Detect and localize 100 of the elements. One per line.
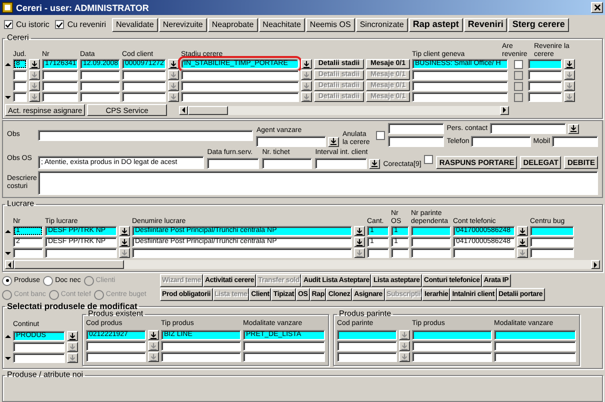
lookup-button[interactable] xyxy=(29,92,40,102)
lookup-button[interactable] xyxy=(568,124,579,134)
input-field[interactable] xyxy=(86,341,146,351)
input-field[interactable] xyxy=(122,81,166,91)
lookup-button[interactable] xyxy=(517,237,528,247)
close-button[interactable] xyxy=(591,2,603,13)
lookup-button[interactable] xyxy=(148,352,159,362)
radio-button[interactable] xyxy=(43,276,54,286)
lookup-button[interactable] xyxy=(29,81,40,91)
input-field[interactable] xyxy=(412,81,508,91)
lookup-button[interactable] xyxy=(168,81,179,91)
input-field[interactable] xyxy=(411,237,451,247)
lookup-button[interactable] xyxy=(168,59,179,69)
lookup-button[interactable] xyxy=(399,341,410,351)
lookup-button[interactable] xyxy=(517,226,528,236)
toolbar-button[interactable]: Neemis OS xyxy=(306,18,355,32)
input-field[interactable] xyxy=(243,341,325,351)
lookup-button[interactable] xyxy=(148,341,159,351)
lookup-button[interactable] xyxy=(399,330,410,340)
input-field[interactable] xyxy=(161,341,241,351)
input-field[interactable] xyxy=(13,342,65,352)
input-field[interactable] xyxy=(207,158,260,169)
input-field[interactable] xyxy=(161,352,241,362)
toolbar-button[interactable]: Nerevizuite xyxy=(158,18,207,32)
lookup-button[interactable] xyxy=(517,248,528,258)
input-field[interactable] xyxy=(367,248,389,258)
checkbox[interactable] xyxy=(514,92,522,102)
input-field[interactable] xyxy=(45,248,117,258)
input-field[interactable] xyxy=(411,248,451,258)
lookup-button[interactable] xyxy=(369,158,380,168)
lookup-button[interactable] xyxy=(301,92,312,102)
radio-button[interactable] xyxy=(2,276,12,286)
checkbox[interactable] xyxy=(4,20,13,29)
input-field[interactable] xyxy=(528,70,562,80)
input-field[interactable] xyxy=(256,136,326,147)
input-field[interactable] xyxy=(315,158,368,169)
lookup-button[interactable] xyxy=(354,248,365,258)
input-field[interactable] xyxy=(122,92,166,102)
input-field[interactable] xyxy=(13,248,43,258)
lookup-button[interactable] xyxy=(168,70,179,80)
input-field[interactable] xyxy=(412,70,508,80)
input-field[interactable] xyxy=(337,330,397,340)
lookup-button[interactable] xyxy=(564,92,575,102)
horizontal-scrollbar[interactable] xyxy=(5,260,600,269)
input-field[interactable] xyxy=(262,158,312,169)
toolbar-button[interactable]: Reveniri xyxy=(464,18,508,32)
input-field[interactable] xyxy=(122,70,166,80)
lookup-button[interactable] xyxy=(67,331,78,341)
lookup-button[interactable] xyxy=(29,70,40,80)
input-field[interactable] xyxy=(411,226,451,236)
input-field[interactable] xyxy=(243,352,325,362)
input-field[interactable] xyxy=(132,248,352,258)
toolbar-button[interactable]: Sincronizate xyxy=(356,18,408,32)
input-field[interactable] xyxy=(471,136,532,147)
toolbar-button[interactable]: Neachitate xyxy=(258,18,305,32)
toolbar-button[interactable]: Sterg cerere xyxy=(508,18,569,32)
toolbar-button[interactable]: Neaprobate xyxy=(208,18,258,32)
input-field[interactable] xyxy=(490,123,566,134)
input-field[interactable] xyxy=(80,81,120,91)
input-field[interactable] xyxy=(13,81,27,91)
horizontal-scrollbar[interactable] xyxy=(179,106,509,114)
input-field[interactable] xyxy=(38,130,254,140)
input-field[interactable] xyxy=(412,330,492,340)
checkbox[interactable] xyxy=(55,20,64,29)
lookup-button[interactable] xyxy=(301,81,312,91)
lookup-button[interactable] xyxy=(29,59,40,69)
text-area[interactable] xyxy=(38,171,598,195)
input-field[interactable] xyxy=(412,92,508,102)
input-field[interactable] xyxy=(42,70,78,80)
lookup-button[interactable] xyxy=(301,59,312,69)
toolbar-button[interactable]: Rap astept xyxy=(408,18,463,32)
input-field[interactable] xyxy=(530,248,574,258)
input-field[interactable] xyxy=(388,136,444,147)
lookup-button[interactable] xyxy=(564,70,575,80)
lookup-button[interactable] xyxy=(67,353,78,363)
lookup-button[interactable] xyxy=(564,81,575,91)
lookup-button[interactable] xyxy=(328,136,340,146)
input-field[interactable] xyxy=(494,330,576,340)
input-field[interactable] xyxy=(494,352,576,362)
lookup-button[interactable] xyxy=(119,237,130,247)
input-field[interactable] xyxy=(181,92,299,102)
lookup-button[interactable] xyxy=(148,330,159,340)
input-field[interactable] xyxy=(528,81,562,91)
input-field[interactable] xyxy=(13,70,27,80)
lookup-button[interactable] xyxy=(67,342,78,352)
lookup-button[interactable] xyxy=(301,70,312,80)
lookup-button[interactable] xyxy=(354,237,365,247)
input-field[interactable] xyxy=(530,226,574,236)
lookup-button[interactable] xyxy=(564,59,575,69)
input-field[interactable] xyxy=(388,123,444,134)
lookup-button[interactable] xyxy=(119,248,130,258)
input-field[interactable] xyxy=(80,92,120,102)
input-field[interactable] xyxy=(530,237,574,247)
input-field[interactable] xyxy=(337,341,397,351)
input-field[interactable] xyxy=(552,136,598,147)
checkbox[interactable] xyxy=(424,154,434,164)
input-field[interactable] xyxy=(453,248,515,258)
checkbox[interactable] xyxy=(514,70,522,80)
input-field[interactable] xyxy=(86,352,146,362)
input-field[interactable] xyxy=(337,352,397,362)
